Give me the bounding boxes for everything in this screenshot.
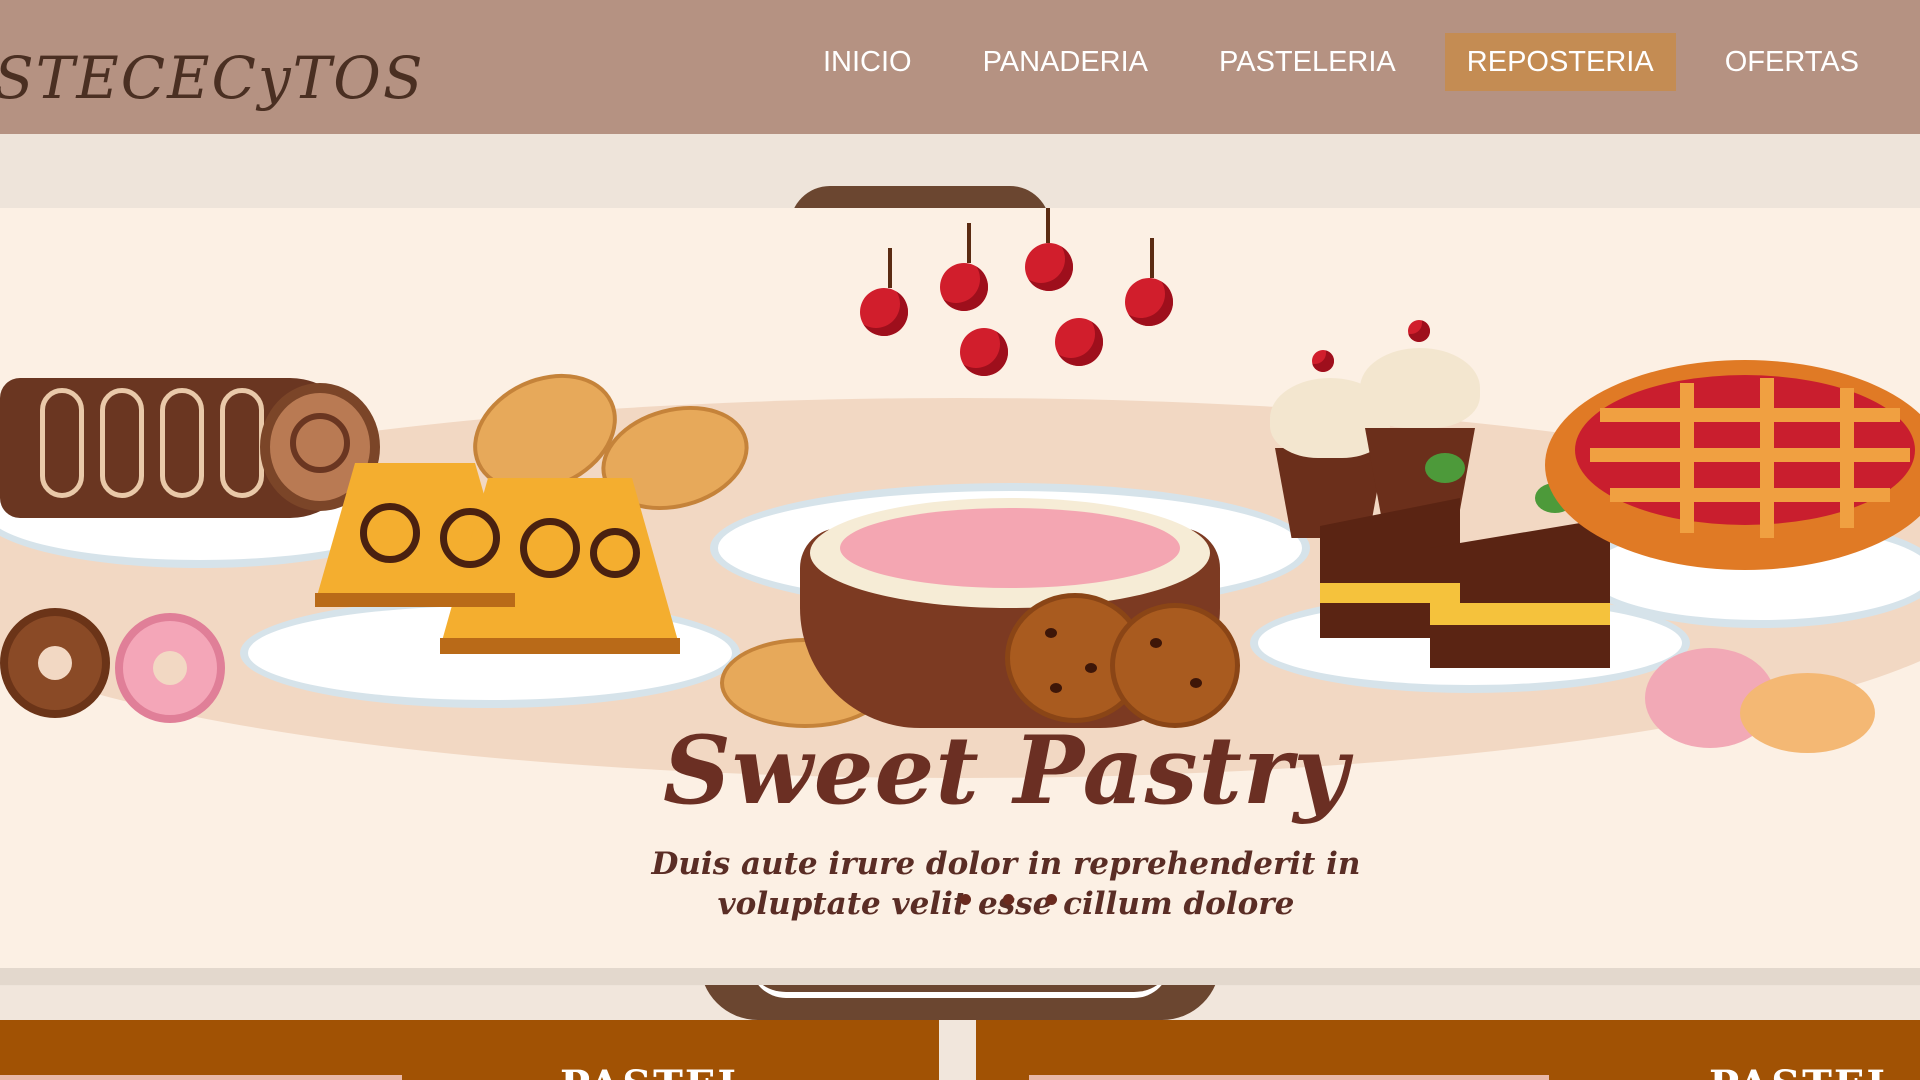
cherry-stem — [888, 248, 892, 288]
pie-crust — [440, 638, 680, 654]
slider-dot-3[interactable] — [1046, 894, 1057, 905]
pie-lattice — [1840, 388, 1854, 528]
chocolate-drizzle — [360, 503, 420, 563]
main-nav: INICIO PANADERIA PASTELERIA REPOSTERIA O… — [774, 33, 1920, 91]
product-card[interactable]: PASTEL — [0, 1020, 939, 1080]
pie-lattice — [1680, 383, 1694, 533]
card-gap — [939, 1020, 976, 1080]
cherry-illustration — [1408, 320, 1430, 342]
card-image — [1029, 1075, 1549, 1080]
cherry-stem — [1046, 208, 1050, 243]
card-image — [0, 1075, 402, 1080]
cherry-illustration — [940, 263, 988, 311]
chocolate-slice-layer — [1320, 583, 1460, 603]
roll-drizzle — [100, 388, 144, 498]
cherry-stem — [1150, 238, 1154, 278]
donut-hole — [153, 651, 187, 685]
chocolate-drizzle — [590, 528, 640, 578]
roll-drizzle — [40, 388, 84, 498]
slider-dot-1[interactable] — [960, 894, 971, 905]
cupcake-frosting — [1360, 348, 1480, 428]
cherry-illustration — [960, 328, 1008, 376]
chocolate-drizzle — [440, 508, 500, 568]
cookie-illustration — [1110, 603, 1240, 728]
cherry-illustration — [1125, 278, 1173, 326]
hero-subtitle: Duis aute irure dolor in reprehenderit i… — [0, 844, 1920, 924]
holly-decoration — [1425, 453, 1465, 483]
nav-item-panaderia[interactable]: PANADERIA — [961, 33, 1170, 91]
nav-item-reposteria[interactable]: REPOSTERIA — [1444, 33, 1676, 91]
cherry-illustration — [1055, 318, 1103, 366]
cherry-illustration — [1312, 350, 1334, 372]
cherry-illustration — [1025, 243, 1073, 291]
site-header: STECECyTOS INICIO PANADERIA PASTELERIA R… — [0, 0, 1920, 134]
card-title: PASTEL — [1709, 1062, 1896, 1080]
roll-drizzle — [160, 388, 204, 498]
chocolate-chip — [1050, 683, 1062, 693]
chocolate-chip — [1045, 628, 1057, 638]
hero-title: Sweet Pastry — [662, 716, 1350, 826]
cake-cream — [840, 508, 1180, 588]
donut-hole — [38, 646, 72, 680]
product-card[interactable]: PASTEL — [976, 1020, 1920, 1080]
site-logo[interactable]: STECECyTOS — [0, 44, 425, 112]
slider-dot-2[interactable] — [1003, 894, 1014, 905]
band-strip — [0, 967, 1920, 985]
chocolate-slice-layer — [1430, 603, 1610, 625]
pie-crust — [315, 593, 515, 607]
card-title: PASTEL — [560, 1062, 747, 1080]
cherry-stem — [967, 223, 971, 263]
nav-item-inicio[interactable]: INICIO — [801, 33, 934, 91]
chocolate-chip — [1085, 663, 1097, 673]
chocolate-drizzle — [520, 518, 580, 578]
roll-drizzle — [220, 388, 264, 498]
pie-lattice — [1600, 408, 1900, 422]
cherry-illustration — [860, 288, 908, 336]
roll-spiral — [290, 413, 350, 473]
slider-dots — [960, 894, 1057, 905]
nav-item-ofertas[interactable]: OFERTAS — [1703, 33, 1881, 91]
pie-lattice — [1590, 448, 1910, 462]
nav-item-pasteleria[interactable]: PASTELERIA — [1197, 33, 1418, 91]
hero-subtitle-line: Duis aute irure dolor in reprehenderit i… — [651, 846, 1361, 882]
pie-lattice — [1760, 378, 1774, 538]
chocolate-chip — [1150, 638, 1162, 648]
chocolate-chip — [1190, 678, 1202, 688]
